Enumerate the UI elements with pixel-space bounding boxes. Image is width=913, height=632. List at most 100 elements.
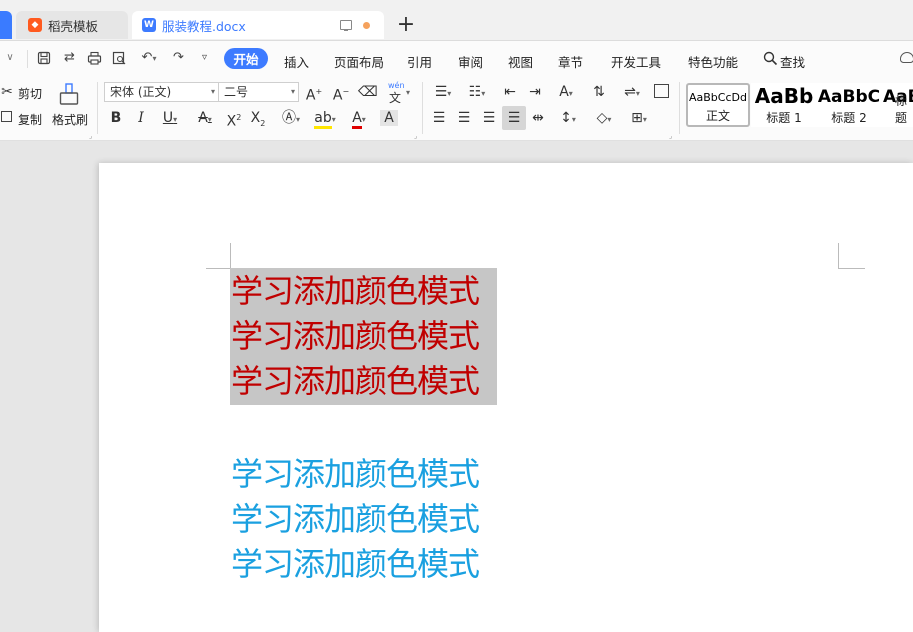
align-left-icon[interactable]: ☰	[430, 110, 448, 126]
divider	[679, 82, 680, 134]
copy-button[interactable]: 复制	[18, 111, 42, 128]
pinyin-guide-button[interactable]: wén 文 ▾	[386, 81, 411, 105]
document-line[interactable]: 学习添加颜色模式	[231, 314, 480, 359]
font-color-icon[interactable]: A▾	[346, 110, 372, 129]
font-size-select[interactable]: 二号 ▾	[218, 82, 299, 102]
chevron-down-icon: ▾	[406, 88, 411, 97]
superscript-icon[interactable]: X2	[225, 110, 243, 130]
bullet-list-icon[interactable]: ☰▾	[430, 84, 456, 102]
save-icon[interactable]	[36, 51, 51, 65]
chevron-down-icon: ▾	[290, 87, 295, 96]
cloud-icon[interactable]	[900, 52, 913, 63]
eraser-icon[interactable]: ⌫	[358, 84, 378, 100]
style-sample: AaBbCcDd	[689, 91, 747, 104]
margin-mark	[838, 268, 865, 269]
document-line[interactable]: 学习添加颜色模式	[231, 452, 480, 497]
distributed-align-icon[interactable]: ⇹	[529, 110, 547, 126]
style-heading[interactable]: AaBl 标题	[881, 83, 913, 127]
line-spacing-icon[interactable]: ↕▾	[555, 110, 581, 128]
paragraph-shading-icon[interactable]: ◇▾	[591, 110, 617, 128]
align-center-icon[interactable]: ☰	[455, 110, 473, 126]
font-name-value: 宋体 (正文)	[110, 85, 172, 99]
redo-icon[interactable]: ↷	[171, 51, 186, 65]
pinyin-char: 文	[389, 91, 402, 105]
home-tab-stub[interactable]	[0, 11, 12, 39]
margin-mark	[838, 243, 839, 268]
monitor-icon[interactable]	[340, 20, 352, 32]
search-icon[interactable]	[763, 51, 778, 70]
underline-icon[interactable]: U▾	[157, 110, 183, 128]
text-effect-icon[interactable]: Ⓐ▾	[278, 110, 304, 128]
menu-tab-page-layout[interactable]: 页面布局	[334, 52, 384, 71]
dialog-launcher-icon[interactable]: ⌟	[669, 132, 672, 140]
document-line[interactable]: 学习添加颜色模式	[231, 359, 480, 404]
format-painter-icon[interactable]	[58, 83, 80, 111]
style-label: 标题	[895, 94, 908, 125]
undo-icon[interactable]: ↶▾	[138, 51, 160, 65]
document-line[interactable]: 学习添加颜色模式	[231, 269, 480, 314]
style-sample: AaBb	[754, 84, 814, 108]
scissors-icon[interactable]: ✂	[0, 84, 14, 100]
numbered-list-icon[interactable]: ☷▾	[464, 84, 490, 102]
menu-tab-insert[interactable]: 插入	[284, 52, 309, 71]
daoke-logo-icon: ◆	[28, 18, 42, 32]
tab-label: 稻壳模板	[48, 18, 99, 34]
menu-tab-review[interactable]: 审阅	[458, 52, 483, 71]
font-size-value: 二号	[224, 85, 249, 99]
copy-icon[interactable]	[1, 111, 12, 122]
menu-tab-features[interactable]: 特色功能	[688, 52, 738, 71]
document-page[interactable]	[99, 163, 913, 632]
menu-tab-section[interactable]: 章节	[558, 52, 583, 71]
chevron-down-icon[interactable]: ∨	[0, 51, 20, 65]
style-normal[interactable]: AaBbCcDd 正文	[686, 83, 750, 127]
italic-icon[interactable]: I	[133, 110, 149, 126]
justify-icon[interactable]: ☰	[502, 106, 526, 130]
shrink-font-icon[interactable]: A−	[332, 84, 350, 104]
style-label: 标题 1	[766, 111, 802, 125]
style-heading-1[interactable]: AaBb 标题 1	[751, 83, 817, 127]
increase-indent-icon[interactable]: ⇥	[526, 84, 544, 100]
table-icon[interactable]	[654, 84, 669, 98]
align-right-icon[interactable]: ☰	[480, 110, 498, 126]
font-name-select[interactable]: 宋体 (正文) ▾	[104, 82, 219, 102]
cut-button[interactable]: 剪切	[18, 85, 42, 102]
new-tab-button[interactable]: +	[396, 14, 416, 38]
menu-tab-references[interactable]: 引用	[407, 52, 432, 71]
style-label: 标题 2	[831, 111, 867, 125]
strikethrough-icon[interactable]: A▾	[192, 110, 218, 128]
grow-font-icon[interactable]: A+	[305, 84, 323, 104]
tab-label: 服装教程.docx	[162, 18, 246, 34]
menu-tab-start[interactable]: 开始	[224, 48, 268, 69]
tab-daoke-template[interactable]: ◆ 稻壳模板	[16, 11, 128, 39]
document-line[interactable]: 学习添加颜色模式	[231, 542, 480, 587]
style-heading-2[interactable]: AaBbC 标题 2	[817, 83, 881, 127]
chevron-down-icon: ▾	[210, 87, 215, 96]
menu-tab-view[interactable]: 视图	[508, 52, 533, 71]
highlight-color-icon[interactable]: ab▾	[311, 110, 339, 129]
divider	[27, 50, 28, 68]
sort-icon[interactable]: ⇅	[590, 84, 608, 100]
document-line[interactable]: 学习添加颜色模式	[231, 497, 480, 542]
subscript-icon[interactable]: X2	[249, 110, 267, 132]
borders-icon[interactable]: ⊞▾	[626, 110, 652, 128]
word-doc-icon: W	[142, 18, 156, 32]
unsaved-indicator	[363, 22, 370, 29]
format-painter-button[interactable]: 格式刷	[52, 111, 88, 128]
char-shading-icon[interactable]: A	[380, 110, 398, 126]
export-icon[interactable]: ⇄	[62, 51, 77, 65]
print-preview-icon[interactable]	[112, 51, 127, 65]
style-label: 正文	[705, 109, 730, 123]
change-case-icon[interactable]: A▾	[553, 84, 579, 102]
margin-mark	[206, 268, 231, 269]
divider	[422, 82, 423, 134]
menu-tab-developer[interactable]: 开发工具	[611, 52, 661, 71]
print-icon[interactable]	[87, 51, 102, 65]
customize-chevron-icon[interactable]: ▿	[197, 51, 212, 65]
dialog-launcher-icon[interactable]: ⌟	[414, 132, 417, 140]
dialog-launcher-icon[interactable]: ⌟	[89, 132, 92, 140]
bold-icon[interactable]: B	[108, 110, 124, 126]
line-spacing-alt-icon[interactable]: ⇌▾	[618, 84, 646, 102]
search-label[interactable]: 查找	[780, 52, 805, 71]
decrease-indent-icon[interactable]: ⇤	[501, 84, 519, 100]
margin-mark	[230, 243, 231, 268]
